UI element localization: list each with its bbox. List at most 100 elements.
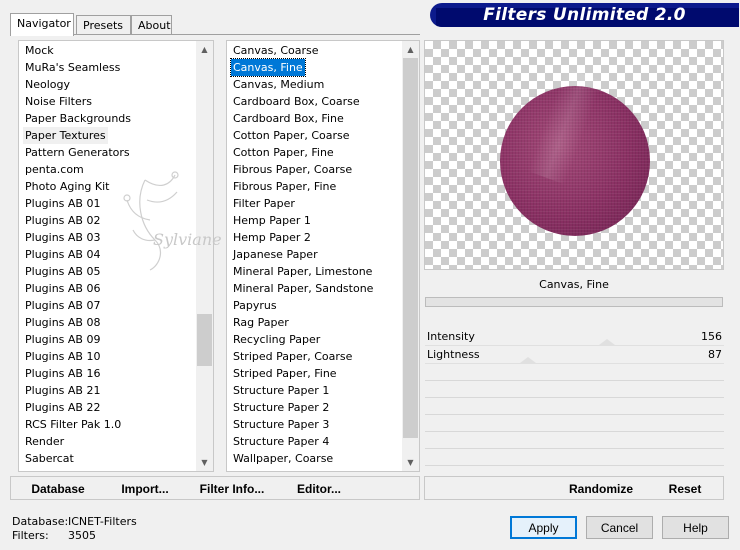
scroll-down-icon[interactable]: ▼ [402,454,419,471]
category-list-item[interactable]: Plugins AB 02 [23,212,102,229]
parameter-list: Intensity 156 Lightness 87 [425,328,724,466]
import-button[interactable]: Import... [118,480,172,498]
param-empty-row [425,381,724,398]
database-button[interactable]: Database [28,480,88,498]
cancel-button[interactable]: Cancel [586,516,653,539]
param-intensity-slider-thumb[interactable] [599,339,615,345]
filter-list-item[interactable]: Striped Paper, Fine [231,365,339,382]
filter-list-item[interactable]: Hemp Paper 2 [231,229,313,246]
status-filters-label: Filters: [12,529,49,542]
category-list-item[interactable]: Plugins AB 03 [23,229,102,246]
filter-items: Canvas, Coarse Canvas, Fine Canvas, Medium… [227,41,402,471]
scroll-down-icon[interactable]: ▼ [196,454,213,471]
category-list-item[interactable]: Plugins AB 16 [23,365,102,382]
filter-list-item[interactable]: Fibrous Paper, Fine [231,178,338,195]
category-list-item[interactable]: Plugins AB 06 [23,280,102,297]
progress-bar [425,297,723,307]
filter-list-item[interactable]: Cardboard Box, Fine [231,110,346,127]
category-items: Mock MuRa's Seamless Neology Noise Filters P… [19,41,196,471]
filter-list-item[interactable]: Structure Paper 1 [231,382,331,399]
status-database-value: ICNET-Filters [68,515,137,528]
filter-list-item[interactable]: Rag Paper [231,314,291,331]
category-list-item[interactable]: Plugins AB 21 [23,382,102,399]
title-banner: Filters Unlimited 2.0 [430,3,739,27]
param-lightness[interactable]: Lightness 87 [425,346,724,364]
category-scrollbar[interactable]: ▲ ▼ [196,41,213,471]
param-intensity-value: 156 [701,330,722,343]
filter-list-item[interactable]: Cotton Paper, Fine [231,144,336,161]
param-empty-row [425,364,724,381]
app-title: Filters Unlimited 2.0 [483,5,686,25]
scroll-up-icon[interactable]: ▲ [402,41,419,58]
status-filters-value: 3505 [68,529,96,542]
category-list-item[interactable]: Paper Backgrounds [23,110,133,127]
filter-list-item[interactable]: Papyrus [231,297,279,314]
category-list-item[interactable]: Sabercat [23,450,76,467]
filter-list-item[interactable]: Recycling Paper [231,331,322,348]
param-empty-row [425,449,724,466]
tab-presets[interactable]: Presets [76,15,131,35]
tab-presets-label: Presets [83,19,124,32]
param-lightness-value: 87 [708,348,722,361]
category-list-item[interactable]: Neology [23,76,72,93]
apply-button[interactable]: Apply [510,516,577,539]
category-list-item[interactable]: Plugins AB 10 [23,348,102,365]
filter-list-item[interactable]: Structure Paper 3 [231,416,331,433]
randomize-button[interactable]: Randomize [564,480,638,498]
tab-about[interactable]: About [131,15,172,35]
category-list[interactable]: Mock MuRa's Seamless Neology Noise Filters P… [18,40,214,472]
param-lightness-slider-thumb[interactable] [520,357,536,363]
category-list-item[interactable]: Mock [23,42,56,59]
filter-list-item[interactable]: Mineral Paper, Limestone [231,263,374,280]
filter-list-item[interactable]: Striped Paper, Coarse [231,348,354,365]
status-database-label: Database: [12,515,69,528]
filter-list-item[interactable]: Cardboard Box, Coarse [231,93,362,110]
status-area: Database:ICNET-Filters Filters: 3505 [12,515,137,543]
filter-list-item[interactable]: Structure Paper 2 [231,399,331,416]
category-list-item[interactable]: penta.com [23,161,86,178]
category-scroll-thumb[interactable] [197,314,212,366]
editor-button[interactable]: Editor... [294,480,344,498]
filter-list-item[interactable]: Mineral Paper, Sandstone [231,280,375,297]
filter-list-item[interactable]: Structure Paper 4 [231,433,331,450]
category-list-item[interactable]: Plugins AB 01 [23,195,102,212]
filter-scrollbar[interactable]: ▲ ▼ [402,41,419,471]
tab-about-label: About [138,19,171,32]
param-empty-row [425,398,724,415]
scroll-up-icon[interactable]: ▲ [196,41,213,58]
param-intensity[interactable]: Intensity 156 [425,328,724,346]
filter-list-item[interactable]: Wallpaper, Coarse [231,450,335,467]
category-list-item[interactable]: Plugins AB 22 [23,399,102,416]
category-list-item[interactable]: Photo Aging Kit [23,178,111,195]
filter-list-item[interactable]: Fibrous Paper, Coarse [231,161,354,178]
help-button[interactable]: Help [662,516,729,539]
category-list-item[interactable]: MuRa's Seamless [23,59,122,76]
filter-list-item[interactable]: Hemp Paper 1 [231,212,313,229]
tab-navigator-label: Navigator [17,17,71,30]
category-list-item[interactable]: Paper Textures [23,127,108,144]
tab-navigator[interactable]: Navigator [10,13,74,36]
category-list-item[interactable]: Plugins AB 04 [23,246,102,263]
category-list-item[interactable]: Pattern Generators [23,144,132,161]
param-lightness-label: Lightness [427,348,480,361]
selected-filter-name: Canvas, Fine [539,278,609,291]
category-list-item[interactable]: Plugins AB 08 [23,314,102,331]
filter-list-item[interactable]: Canvas, Fine [230,58,306,77]
filter-scroll-thumb[interactable] [403,58,418,438]
filter-info-button[interactable]: Filter Info... [198,480,266,498]
filter-list-item[interactable]: Cotton Paper, Coarse [231,127,352,144]
category-list-item[interactable]: Plugins AB 07 [23,297,102,314]
reset-button[interactable]: Reset [664,480,706,498]
preview-pane [424,40,724,270]
category-list-item[interactable]: Plugins AB 05 [23,263,102,280]
filter-list-item[interactable]: Canvas, Coarse [231,42,321,59]
category-list-item[interactable]: RCS Filter Pak 1.0 [23,416,123,433]
category-list-item[interactable]: Noise Filters [23,93,94,110]
filter-list-item[interactable]: Filter Paper [231,195,297,212]
filter-list-item[interactable]: Japanese Paper [231,246,320,263]
category-list-item[interactable]: Plugins AB 09 [23,331,102,348]
filter-list-item[interactable]: Canvas, Medium [231,76,326,93]
filter-list[interactable]: Canvas, Coarse Canvas, Fine Canvas, Medium… [226,40,420,472]
param-empty-row [425,415,724,432]
category-list-item[interactable]: Render [23,433,66,450]
